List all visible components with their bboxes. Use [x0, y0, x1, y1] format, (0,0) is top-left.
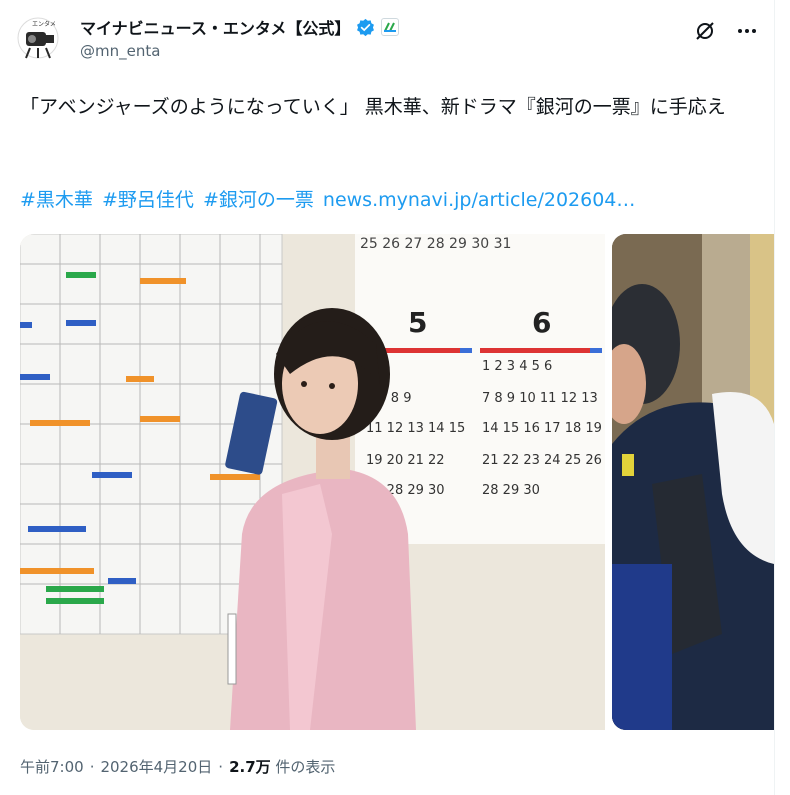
- photo-1-image: 25 26 27 28 29 30 31 5 6 1 2 6 7 8 9 11 …: [20, 234, 605, 730]
- display-name[interactable]: マイナビニュース・エンタメ【公式】: [80, 15, 350, 39]
- meta-separator: ·: [218, 757, 224, 776]
- svg-text:7 8 9 10 11 12 13: 7 8 9 10 11 12 13: [482, 391, 598, 406]
- post-time[interactable]: 午前7:00: [20, 756, 84, 777]
- svg-text:エンタメ: エンタメ: [32, 20, 56, 28]
- calendar-month-6: 6: [532, 306, 551, 339]
- header-actions: [692, 18, 760, 44]
- svg-text:1 2 3 4 5 6: 1 2 3 4 5 6: [482, 359, 552, 374]
- post-text: 「アベンジャーズのようになっていく」 黒木華、新ドラマ『銀河の一票』に手応え: [20, 96, 726, 118]
- view-count-label: 件の表示: [275, 758, 336, 776]
- hashtag-link[interactable]: #野呂佳代: [102, 189, 194, 211]
- svg-text:11 12 13 14 15: 11 12 13 14 15: [366, 421, 465, 436]
- svg-text:19 20 21 22: 19 20 21 22: [366, 453, 445, 468]
- account-handle[interactable]: @mn_enta: [80, 42, 399, 60]
- view-count: 2.7万 件の表示: [229, 756, 335, 777]
- article-link[interactable]: news.mynavi.jp/article/202604…: [323, 189, 635, 211]
- svg-text:21 22 23 24 25 26 27: 21 22 23 24 25 26 27: [482, 453, 605, 468]
- affiliate-badge-icon[interactable]: [381, 18, 400, 36]
- calendar-month-5: 5: [408, 306, 427, 339]
- hashtag-link[interactable]: #銀河の一票: [203, 189, 314, 211]
- svg-text:28 29 30: 28 29 30: [482, 483, 540, 498]
- photo-2-image: [612, 234, 774, 730]
- svg-text:14 15 16 17 18 19 20: 14 15 16 17 18 19 20: [482, 421, 605, 436]
- account-names: マイナビニュース・エンタメ【公式】 @mn_enta: [80, 15, 400, 60]
- post-header: エンタメ マイナビニュース・エンタメ【公式】 @mn_enta: [16, 10, 760, 64]
- svg-text:25 26 27 28 29 30 31: 25 26 27 28 29 30 31: [360, 236, 511, 252]
- media-photo-2[interactable]: [612, 234, 774, 730]
- hashtag-link[interactable]: #黒木華: [20, 189, 93, 211]
- post-hashtags: #黒木華 #野呂佳代 #銀河の一票 news.mynavi.jp/article…: [20, 185, 760, 215]
- media-photo-1[interactable]: 25 26 27 28 29 30 31 5 6 1 2 6 7 8 9 11 …: [20, 234, 605, 730]
- more-dots-icon[interactable]: [734, 18, 760, 44]
- view-count-number: 2.7万: [229, 758, 271, 776]
- meta-separator: ·: [89, 757, 95, 776]
- grok-slash-icon[interactable]: [692, 18, 718, 44]
- post-meta: 午前7:00 · 2026年4月20日 · 2.7万 件の表示: [20, 756, 335, 777]
- verified-badge-icon[interactable]: [356, 18, 375, 37]
- post-date[interactable]: 2026年4月20日: [100, 756, 212, 777]
- right-border: [774, 0, 775, 795]
- avatar[interactable]: エンタメ: [16, 12, 60, 60]
